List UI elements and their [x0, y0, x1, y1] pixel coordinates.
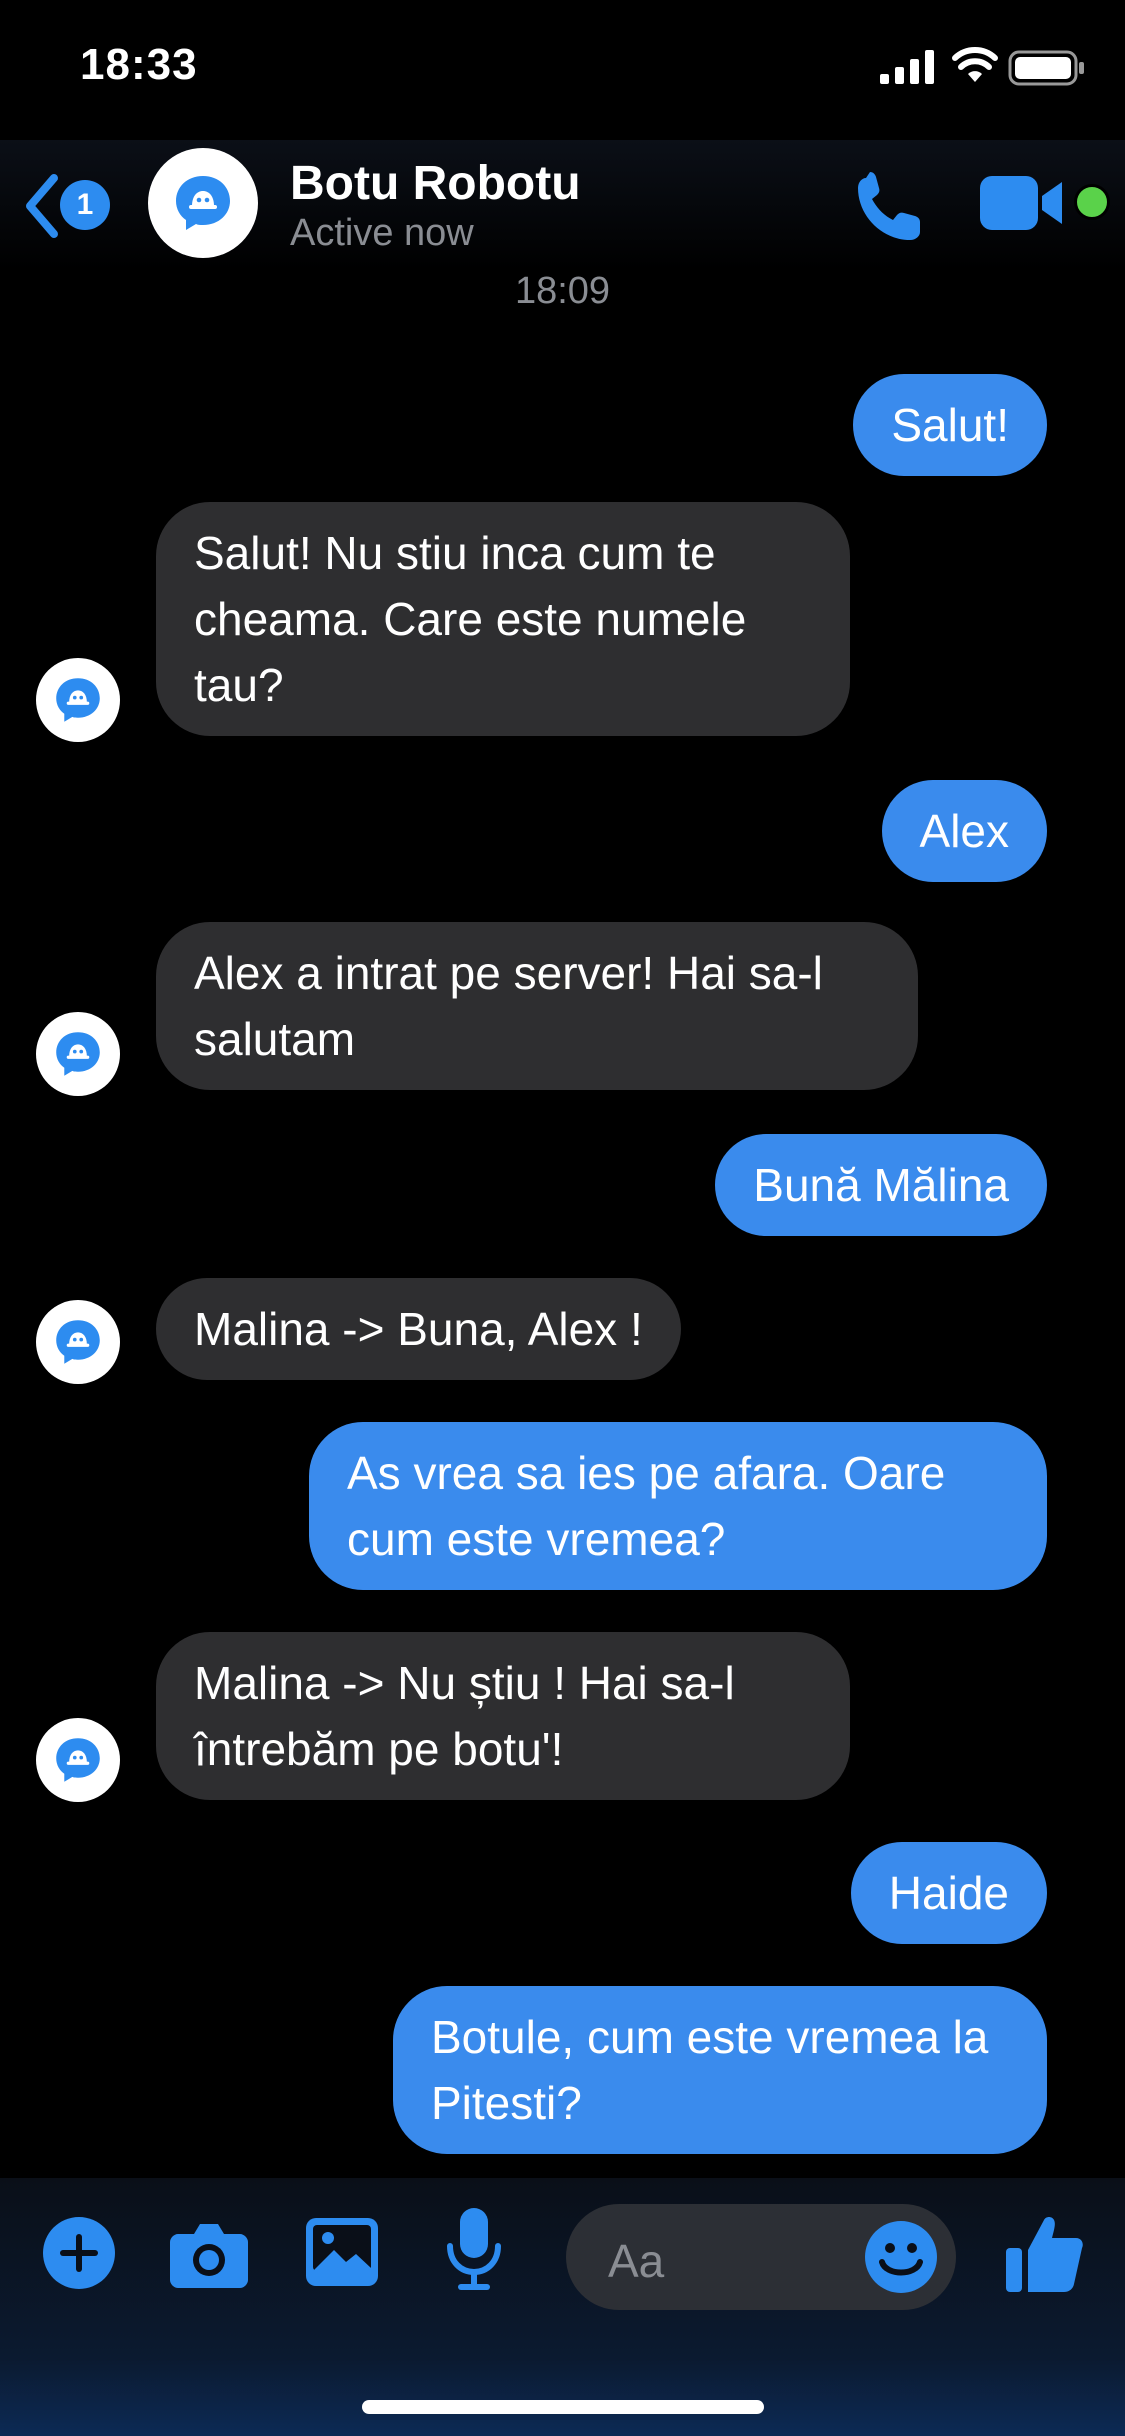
thumbs-up-icon[interactable]: [1006, 2214, 1084, 2294]
online-indicator: [1074, 184, 1110, 220]
message-composer: Aa: [0, 2178, 1125, 2436]
battery-icon: [1008, 50, 1084, 86]
video-camera-icon[interactable]: [978, 170, 1068, 236]
presence-status: Active now: [290, 212, 474, 254]
conversation-timestamp: 18:09: [514, 270, 611, 312]
contact-name[interactable]: Botu Robotu: [290, 156, 581, 211]
bot-avatar[interactable]: [36, 1718, 120, 1802]
contact-avatar[interactable]: [148, 148, 258, 258]
status-bar: 18:33: [0, 0, 1125, 140]
bot-avatar[interactable]: [36, 1012, 120, 1096]
bot-avatar[interactable]: [36, 1300, 120, 1384]
wifi-icon: [952, 47, 998, 82]
plus-icon[interactable]: [42, 2216, 116, 2290]
microphone-icon[interactable]: [444, 2208, 504, 2292]
bot-avatar-icon: [56, 1032, 100, 1076]
message-bubble-sent[interactable]: Bună Mălina: [715, 1134, 1047, 1236]
message-bubble-received[interactable]: Alex a intrat pe server! Hai sa-l saluta…: [156, 922, 918, 1090]
bot-avatar-icon: [176, 176, 230, 230]
chat-header: 1 Botu Robotu Active now: [0, 140, 1125, 270]
message-bubble-received[interactable]: Salut! Nu stiu inca cum te cheama. Care …: [156, 502, 850, 736]
message-bubble-sent[interactable]: Alex: [881, 780, 1047, 882]
status-time: 18:33: [80, 40, 198, 89]
message-bubble-sent[interactable]: As vrea sa ies pe afara. Oare cum este v…: [309, 1422, 1047, 1590]
camera-icon[interactable]: [170, 2220, 248, 2288]
message-input[interactable]: Aa: [566, 2204, 956, 2310]
message-bubble-sent[interactable]: Botule, cum este vremea la Pitesti?: [393, 1986, 1047, 2154]
emoji-icon[interactable]: [864, 2220, 938, 2294]
message-bubble-received[interactable]: Malina -> Buna, Alex !: [156, 1278, 681, 1380]
phone-icon[interactable]: [852, 168, 926, 242]
message-bubble-received[interactable]: Malina -> Nu știu ! Hai sa-l întrebăm pe…: [156, 1632, 850, 1800]
message-input-placeholder: Aa: [608, 2235, 665, 2287]
bot-avatar-icon: [56, 1320, 100, 1364]
cellular-signal-icon: [880, 50, 934, 84]
back-button[interactable]: 1: [22, 168, 122, 244]
message-bubble-sent[interactable]: Haide: [850, 1842, 1047, 1944]
message-bubble-sent[interactable]: Salut!: [853, 374, 1047, 476]
bot-avatar-icon: [56, 678, 100, 722]
unread-count-badge: 1: [60, 180, 110, 230]
back-chevron-icon: [26, 174, 58, 238]
bot-avatar[interactable]: [36, 658, 120, 742]
photo-icon[interactable]: [306, 2218, 378, 2286]
bot-avatar-icon: [56, 1738, 100, 1782]
home-indicator[interactable]: [362, 2400, 764, 2414]
